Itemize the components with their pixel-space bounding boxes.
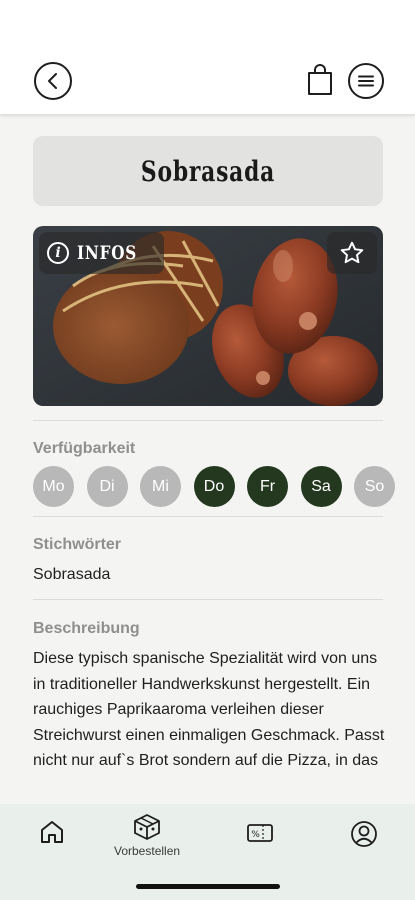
keywords-label: Stichwörter xyxy=(33,536,122,553)
divider xyxy=(33,420,383,421)
day-mi: Mi xyxy=(140,466,181,507)
info-icon: i xyxy=(47,242,69,264)
day-sa: Sa xyxy=(300,466,342,507)
product-title-box: Sobrasada xyxy=(33,136,383,206)
day-fr: Fr xyxy=(247,466,288,507)
box-icon xyxy=(134,814,160,840)
day-do: Do xyxy=(193,466,235,507)
keyword-value: Sobrasada xyxy=(33,566,111,583)
voucher-icon: % xyxy=(247,824,273,842)
day-so: So xyxy=(354,466,395,507)
cart-button[interactable] xyxy=(307,64,333,96)
favorite-button[interactable] xyxy=(327,232,377,274)
home-indicator[interactable] xyxy=(136,884,280,889)
infos-label: INFOS xyxy=(77,242,138,264)
svg-text:%: % xyxy=(251,830,260,840)
tab-home[interactable] xyxy=(38,818,66,846)
description-label: Beschreibung xyxy=(33,620,140,637)
tab-profile[interactable] xyxy=(350,820,378,848)
tab-vorbestellen-label: Vorbestellen xyxy=(114,844,181,858)
description-text: Diese typisch spanische Spezialität wird… xyxy=(33,650,385,769)
divider xyxy=(33,516,383,517)
product-image[interactable]: i INFOS xyxy=(33,226,383,406)
product-title: Sobrasada xyxy=(140,154,276,188)
availability-label: Verfügbarkeit xyxy=(33,440,136,457)
shopping-bag-icon xyxy=(308,64,332,95)
tab-vorbestellen[interactable]: Vorbestellen xyxy=(114,812,180,858)
menu-button[interactable] xyxy=(348,63,384,99)
home-icon xyxy=(41,821,63,843)
profile-icon xyxy=(351,821,377,847)
chevron-left-icon xyxy=(48,73,57,89)
back-button[interactable] xyxy=(34,62,72,100)
day-di: Di xyxy=(86,466,128,507)
divider xyxy=(33,599,383,600)
infos-button[interactable]: i INFOS xyxy=(39,232,165,274)
tab-voucher[interactable]: % xyxy=(246,822,274,844)
product-detail-content[interactable]: Sobrasada i INFOS Verfügbarkeit Mo Di Mi… xyxy=(0,114,415,804)
day-mo: Mo xyxy=(33,466,74,507)
menu-icon xyxy=(358,75,374,87)
star-icon xyxy=(340,241,364,264)
availability-days: Mo Di Mi Do Fr Sa So xyxy=(33,466,395,507)
top-app-bar xyxy=(0,0,415,114)
